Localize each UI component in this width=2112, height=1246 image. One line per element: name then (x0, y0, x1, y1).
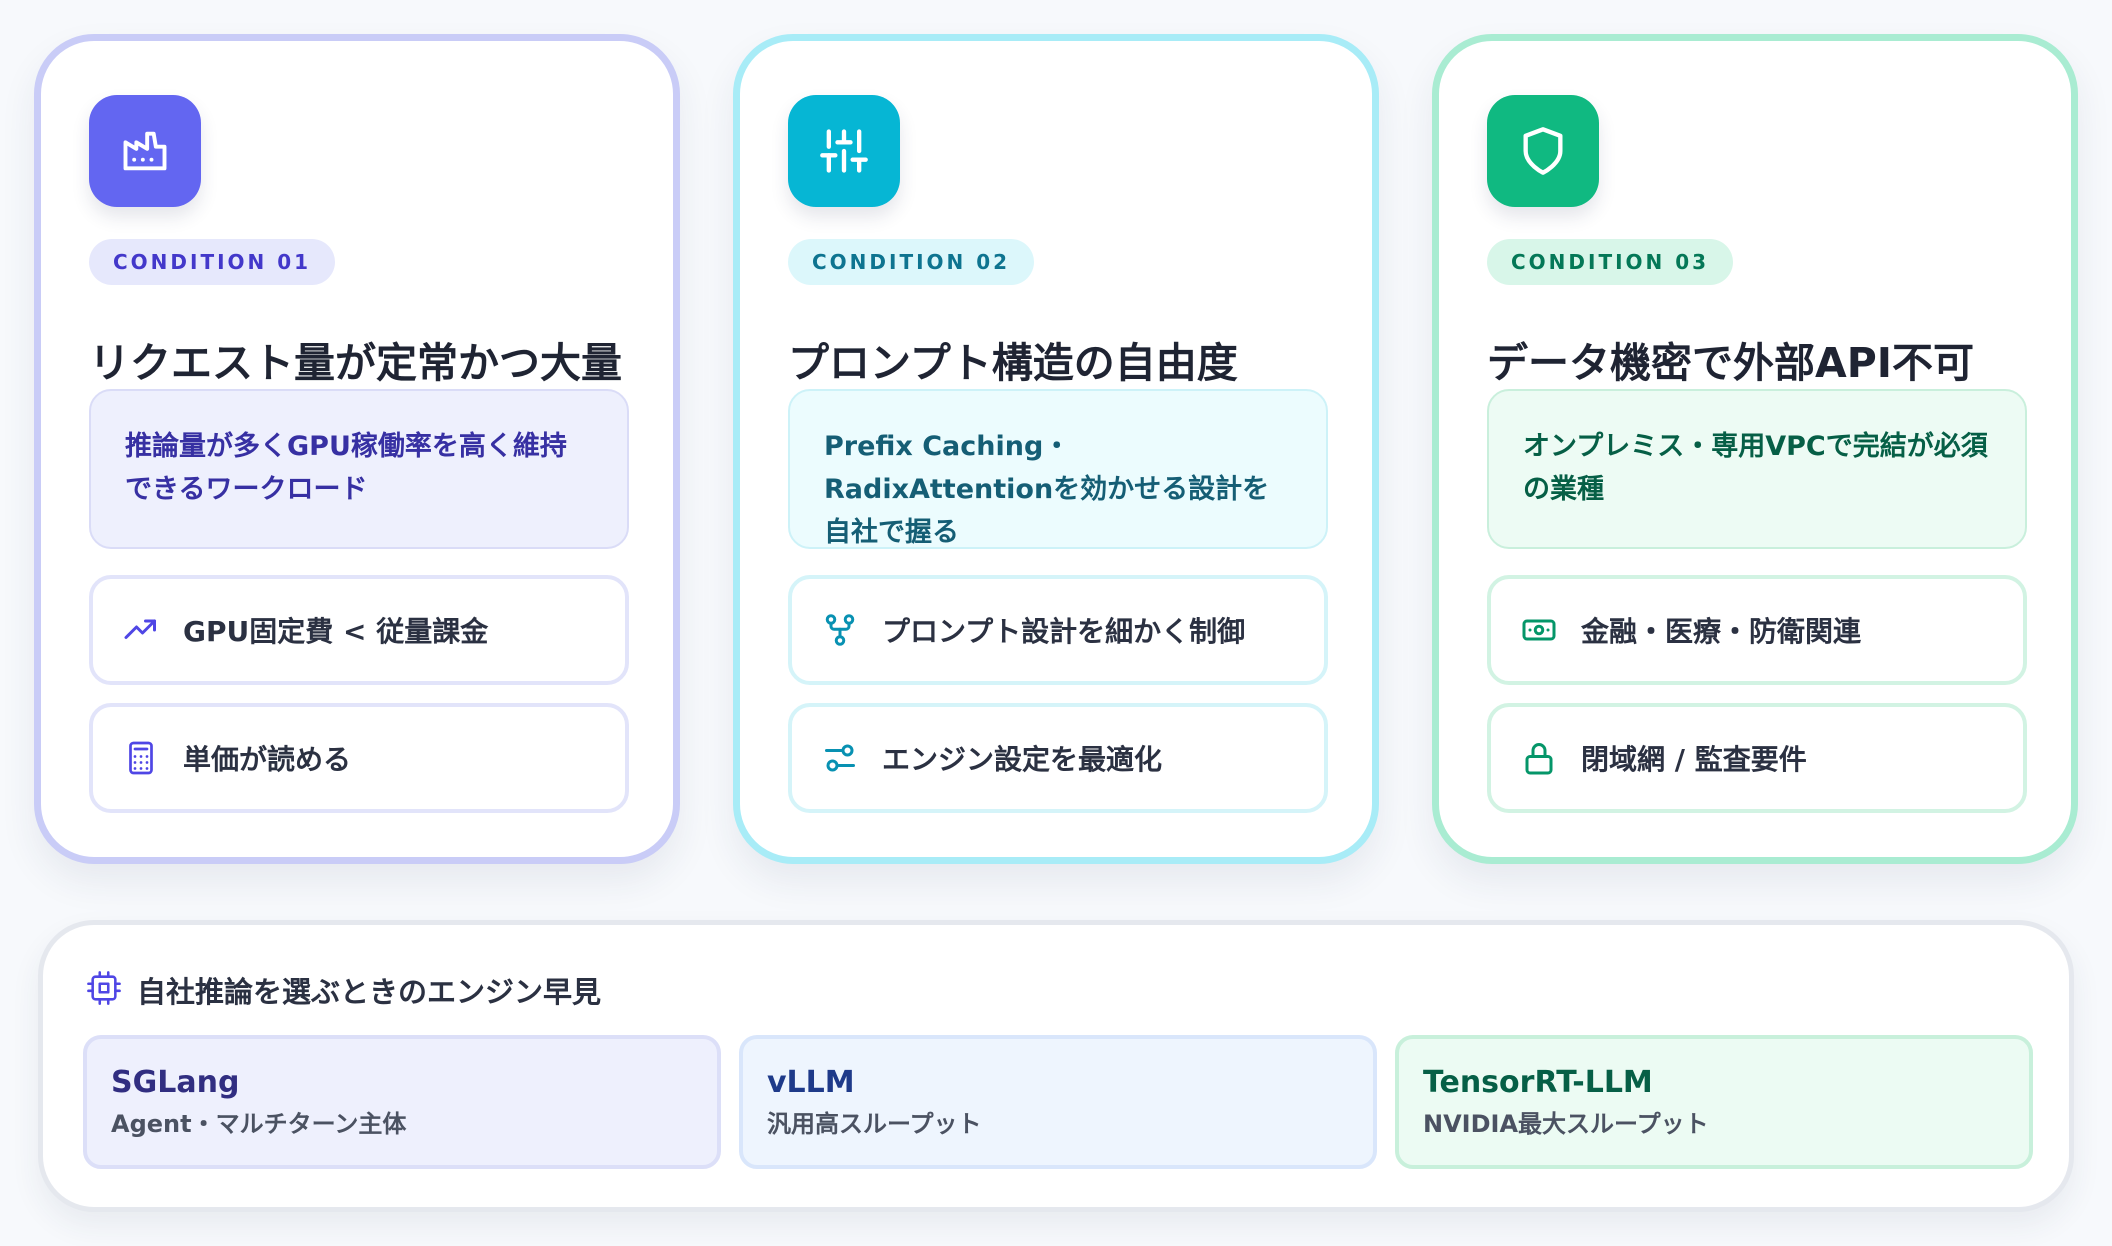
condition-badge: CONDITION 03 (1487, 239, 1734, 285)
condition-card-3: CONDITION 03 データ機密で外部API不可 オンプレミス・専用VPCで… (1432, 34, 2078, 864)
factory-icon (89, 95, 201, 207)
lock-icon (1519, 738, 1559, 778)
feature-label: プロンプト設計を細かく制御 (882, 615, 1246, 648)
feature-item: 単価が読める (89, 703, 629, 813)
condition-card-2: CONDITION 02 プロンプト構造の自由度 Prefix Caching・… (733, 34, 1379, 864)
shield-icon (1487, 95, 1599, 207)
cpu-icon (87, 971, 121, 1009)
git-fork-icon (820, 610, 860, 650)
condition-card-1: CONDITION 01 リクエスト量が定常かつ大量 推論量が多くGPU稼働率を… (34, 34, 680, 864)
engine-card-sglang: SGLang Agent・マルチターン主体 (83, 1035, 721, 1169)
sliders-icon (788, 95, 900, 207)
engine-description: NVIDIA最大スループット (1423, 1110, 1709, 1138)
condition-badge: CONDITION 02 (788, 239, 1035, 285)
engine-panel: 自社推論を選ぶときのエンジン早見 SGLang Agent・マルチターン主体 v… (38, 920, 2074, 1212)
feature-item: 金融・医療・防衛関連 (1487, 575, 2027, 685)
condition-title: データ機密で外部API不可 (1487, 339, 1975, 387)
feature-label: エンジン設定を最適化 (882, 743, 1163, 776)
calculator-icon (121, 738, 161, 778)
engine-card-vllm: vLLM 汎用高スループット (739, 1035, 1377, 1169)
engine-name: vLLM (767, 1065, 855, 1100)
condition-title: プロンプト構造の自由度 (788, 339, 1238, 387)
condition-description: オンプレミス・専用VPCで完結が必須の業種 (1487, 389, 2027, 549)
engine-description: 汎用高スループット (767, 1110, 982, 1138)
trending-up-icon (121, 610, 161, 650)
banknote-icon (1519, 610, 1559, 650)
condition-description: 推論量が多くGPU稼働率を高く維持できるワークロード (89, 389, 629, 549)
condition-description: Prefix Caching・RadixAttentionを効かせる設計を自社で… (788, 389, 1328, 549)
feature-item: エンジン設定を最適化 (788, 703, 1328, 813)
feature-label: 単価が読める (183, 743, 352, 776)
feature-label: 金融・医療・防衛関連 (1581, 615, 1862, 648)
feature-item: GPU固定費 < 従量課金 (89, 575, 629, 685)
engine-panel-title: 自社推論を選ぶときのエンジン早見 (137, 975, 602, 1009)
engine-panel-header: 自社推論を選ぶときのエンジン早見 (87, 969, 601, 1011)
engine-name: TensorRT-LLM (1423, 1065, 1653, 1100)
feature-item: プロンプト設計を細かく制御 (788, 575, 1328, 685)
engine-card-tensorrt-llm: TensorRT-LLM NVIDIA最大スループット (1395, 1035, 2033, 1169)
feature-item: 閉域網 / 監査要件 (1487, 703, 2027, 813)
settings-sliders-icon (820, 738, 860, 778)
engine-description: Agent・マルチターン主体 (111, 1110, 407, 1138)
condition-badge: CONDITION 01 (89, 239, 336, 285)
engine-name: SGLang (111, 1065, 240, 1100)
feature-label: GPU固定費 < 従量課金 (183, 615, 489, 648)
page: CONDITION 01 リクエスト量が定常かつ大量 推論量が多くGPU稼働率を… (0, 0, 2112, 1246)
condition-title: リクエスト量が定常かつ大量 (89, 339, 622, 387)
feature-label: 閉域網 / 監査要件 (1581, 743, 1807, 776)
